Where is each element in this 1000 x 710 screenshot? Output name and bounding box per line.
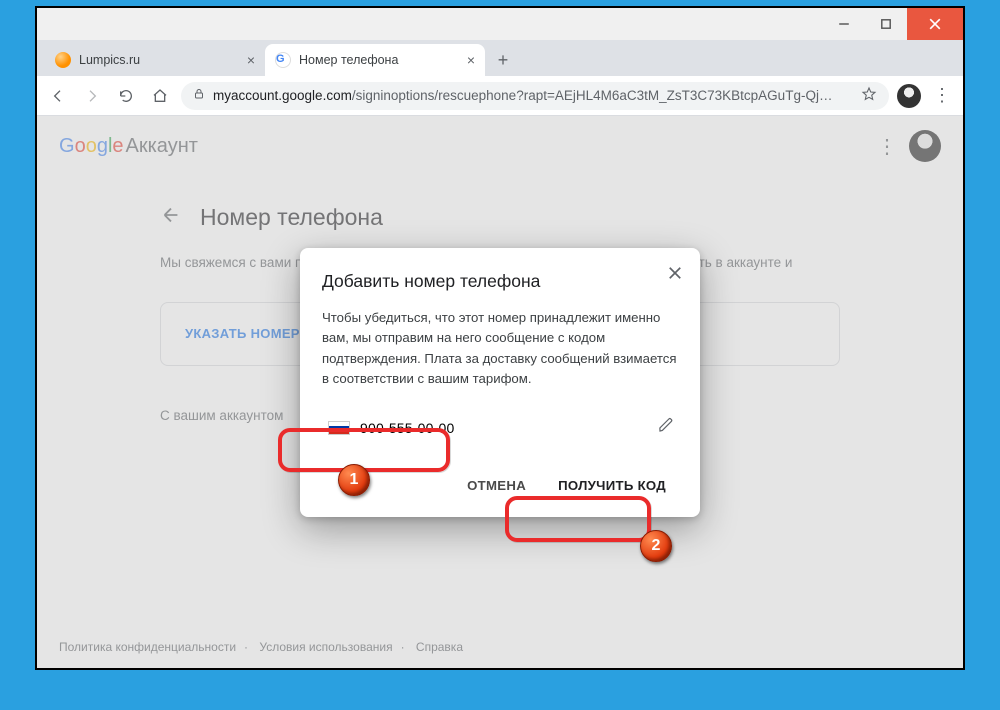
- tab-title: Номер телефона: [299, 53, 459, 67]
- dialog-close-button[interactable]: [666, 264, 684, 287]
- page-footer: Политика конфиденциальности· Условия исп…: [59, 640, 463, 654]
- window-close-button[interactable]: [907, 8, 963, 40]
- footer-help-link[interactable]: Справка: [416, 640, 463, 654]
- bookmark-star-icon[interactable]: [861, 86, 877, 105]
- footer-terms-link[interactable]: Условия использования: [259, 640, 392, 654]
- tab-phone-number[interactable]: G Номер телефона ×: [265, 44, 485, 76]
- tab-close-button[interactable]: ×: [247, 52, 255, 68]
- dialog-title: Добавить номер телефона: [322, 270, 582, 294]
- edit-phone-button[interactable]: [658, 417, 674, 438]
- minimize-icon: [838, 18, 850, 30]
- page-viewport: GoogleАккаунт ⋮ Номер телефона Мы свяжем…: [37, 116, 963, 668]
- annotation-badge-1: 1: [338, 464, 370, 496]
- tab-title: Lumpics.ru: [79, 53, 239, 67]
- get-code-button[interactable]: ПОЛУЧИТЬ КОД: [546, 470, 678, 501]
- maximize-icon: [880, 18, 892, 30]
- close-icon: [929, 18, 941, 30]
- nav-reload-button[interactable]: [113, 83, 139, 109]
- omnibox[interactable]: myaccount.google.com/signinoptions/rescu…: [181, 82, 889, 110]
- phone-number-row: 900-555-00-00: [322, 407, 678, 448]
- tab-close-button[interactable]: ×: [467, 52, 475, 68]
- app-more-menu-button[interactable]: ⋮: [877, 134, 897, 159]
- nav-home-button[interactable]: [147, 83, 173, 109]
- lock-icon: [193, 88, 205, 103]
- browser-menu-button[interactable]: ⋮: [929, 85, 955, 106]
- phone-number-value: 900-555-00-00: [360, 420, 454, 436]
- google-logo: GoogleАккаунт: [59, 135, 198, 158]
- window-titlebar: [37, 8, 963, 40]
- page-back-button[interactable]: [160, 204, 182, 231]
- new-tab-button[interactable]: +: [485, 44, 521, 76]
- browser-window: Lumpics.ru × G Номер телефона × + myacco…: [35, 6, 965, 670]
- annotation-badge-2: 2: [640, 530, 672, 562]
- window-maximize-button[interactable]: [865, 8, 907, 40]
- nav-back-button[interactable]: [45, 83, 71, 109]
- footer-privacy-link[interactable]: Политика конфиденциальности: [59, 640, 236, 654]
- favicon-icon: [55, 52, 71, 68]
- tab-lumpics[interactable]: Lumpics.ru ×: [45, 44, 265, 76]
- url-text: myaccount.google.com/signinoptions/rescu…: [213, 88, 853, 103]
- set-phone-button[interactable]: УКАЗАТЬ НОМЕР Т: [185, 326, 312, 341]
- window-minimize-button[interactable]: [823, 8, 865, 40]
- address-bar: myaccount.google.com/signinoptions/rescu…: [37, 76, 963, 116]
- favicon-icon: G: [275, 52, 291, 68]
- cancel-button[interactable]: ОТМЕНА: [455, 470, 538, 501]
- nav-forward-button[interactable]: [79, 83, 105, 109]
- page-title: Номер телефона: [200, 204, 383, 231]
- tab-strip: Lumpics.ru × G Номер телефона × +: [37, 40, 963, 76]
- account-avatar-button[interactable]: [909, 130, 941, 162]
- app-header: GoogleАккаунт ⋮: [37, 116, 963, 176]
- dialog-body-text: Чтобы убедиться, что этот номер принадле…: [322, 308, 678, 390]
- flag-ru-icon: [328, 421, 350, 435]
- profile-avatar-button[interactable]: [897, 84, 921, 108]
